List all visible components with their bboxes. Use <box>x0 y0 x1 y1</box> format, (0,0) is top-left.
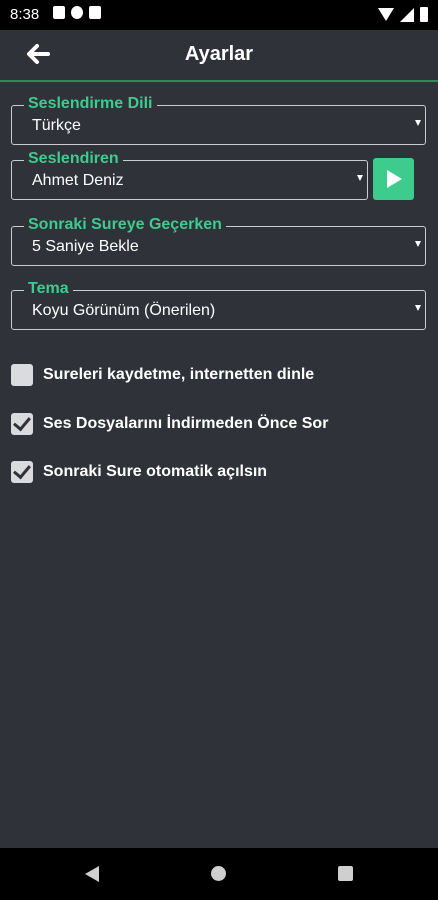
signal-icon <box>400 7 414 22</box>
option-label: Ses Dosyalarını İndirmeden Önce Sor <box>43 415 329 432</box>
dropdown-caret-icon <box>357 175 363 181</box>
theme-select-label: Tema <box>24 280 73 298</box>
wifi-icon <box>378 8 394 21</box>
dropdown-caret-icon <box>415 305 421 311</box>
next-surah-select-value: 5 Saniye Bekle <box>32 238 139 255</box>
dropdown-caret-icon <box>415 241 421 247</box>
play-icon <box>387 170 402 188</box>
page-title: Ayarlar <box>184 43 254 65</box>
app-bar: Ayarlar <box>0 30 438 82</box>
next-surah-select-label: Sonraki Sureye Geçerken <box>24 216 226 234</box>
next-surah-select[interactable]: Sonraki Sureye Geçerken 5 Saniye Bekle <box>11 216 426 266</box>
notification-icons <box>53 6 101 19</box>
theme-select-value: Koyu Görünüm (Önerilen) <box>32 302 216 319</box>
reciter-select-label: Seslendiren <box>24 150 123 168</box>
dropdown-caret-icon <box>415 120 421 126</box>
option-ask-before-download[interactable]: Ses Dosyalarını İndirmeden Önce Sor <box>11 410 328 438</box>
reciter-select-value: Ahmet Deniz <box>32 172 124 189</box>
option-label: Sureleri kaydetme, internetten dinle <box>43 366 315 383</box>
status-bar: 8:38 <box>0 0 438 30</box>
language-select-value: Türkçe <box>32 117 81 134</box>
reciter-select[interactable]: Seslendiren Ahmet Deniz <box>11 150 368 200</box>
system-icons <box>378 7 428 22</box>
nav-back-icon[interactable] <box>85 866 99 882</box>
checkbox[interactable] <box>11 460 33 483</box>
battery-icon <box>420 7 428 22</box>
option-label: Sonraki Sure otomatik açılsın <box>43 463 268 480</box>
checkbox[interactable] <box>11 364 33 386</box>
notification-icon <box>53 6 65 19</box>
option-stream-online[interactable]: Sureleri kaydetme, internetten dinle <box>11 361 314 389</box>
checkmark-icon <box>13 412 31 432</box>
language-select-label: Seslendirme Dili <box>24 95 157 113</box>
notification-icon <box>71 6 83 19</box>
checkmark-icon <box>13 460 31 480</box>
system-nav-bar <box>0 848 438 900</box>
nav-recents-icon[interactable] <box>338 866 353 881</box>
status-time: 8:38 <box>10 6 40 23</box>
option-auto-open-next[interactable]: Sonraki Sure otomatik açılsın <box>11 458 267 486</box>
language-select[interactable]: Seslendirme Dili Türkçe <box>11 95 426 145</box>
play-preview-button[interactable] <box>373 158 414 200</box>
checkbox[interactable] <box>11 412 33 435</box>
sd-card-icon <box>89 6 101 19</box>
nav-home-icon[interactable] <box>211 866 226 881</box>
theme-select[interactable]: Tema Koyu Görünüm (Önerilen) <box>11 280 426 330</box>
